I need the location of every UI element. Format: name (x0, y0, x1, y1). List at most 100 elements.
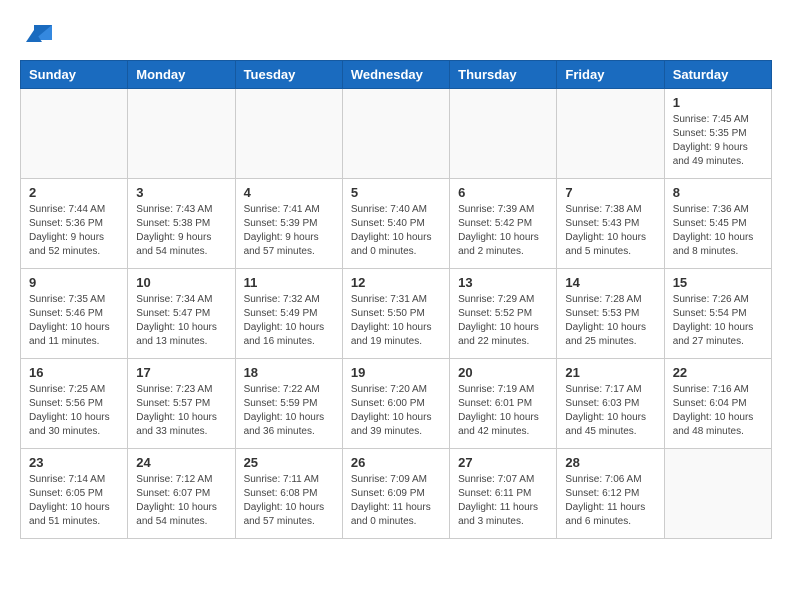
day-of-week-header: Monday (128, 61, 235, 89)
day-info: Sunrise: 7:20 AM Sunset: 6:00 PM Dayligh… (351, 383, 441, 439)
calendar-day: 14 Sunrise: 7:28 AM Sunset: 5:53 PM Dayli… (557, 269, 664, 359)
day-number: 17 (136, 365, 226, 380)
day-number: 3 (136, 185, 226, 200)
day-number: 15 (673, 275, 763, 290)
day-number: 1 (673, 95, 763, 110)
day-of-week-header: Friday (557, 61, 664, 89)
day-number: 22 (673, 365, 763, 380)
day-number: 27 (458, 455, 548, 470)
calendar-day: 22 Sunrise: 7:16 AM Sunset: 6:04 PM Dayli… (664, 359, 771, 449)
day-info: Sunrise: 7:14 AM Sunset: 6:05 PM Dayligh… (29, 473, 119, 529)
day-of-week-header: Thursday (450, 61, 557, 89)
day-of-week-header: Sunday (21, 61, 128, 89)
day-info: Sunrise: 7:28 AM Sunset: 5:53 PM Dayligh… (565, 293, 655, 349)
day-number: 2 (29, 185, 119, 200)
day-number: 23 (29, 455, 119, 470)
day-info: Sunrise: 7:31 AM Sunset: 5:50 PM Dayligh… (351, 293, 441, 349)
calendar-day: 26 Sunrise: 7:09 AM Sunset: 6:09 PM Dayli… (342, 449, 449, 539)
calendar-day: 12 Sunrise: 7:31 AM Sunset: 5:50 PM Dayli… (342, 269, 449, 359)
calendar-day: 19 Sunrise: 7:20 AM Sunset: 6:00 PM Dayli… (342, 359, 449, 449)
calendar-day (450, 89, 557, 179)
day-of-week-header: Tuesday (235, 61, 342, 89)
calendar-day: 7 Sunrise: 7:38 AM Sunset: 5:43 PM Daylig… (557, 179, 664, 269)
logo-icon (24, 20, 54, 50)
day-info: Sunrise: 7:29 AM Sunset: 5:52 PM Dayligh… (458, 293, 548, 349)
day-info: Sunrise: 7:34 AM Sunset: 5:47 PM Dayligh… (136, 293, 226, 349)
calendar-day: 10 Sunrise: 7:34 AM Sunset: 5:47 PM Dayli… (128, 269, 235, 359)
day-info: Sunrise: 7:43 AM Sunset: 5:38 PM Dayligh… (136, 203, 226, 259)
day-info: Sunrise: 7:16 AM Sunset: 6:04 PM Dayligh… (673, 383, 763, 439)
day-number: 16 (29, 365, 119, 380)
calendar-day: 28 Sunrise: 7:06 AM Sunset: 6:12 PM Dayli… (557, 449, 664, 539)
calendar-day: 23 Sunrise: 7:14 AM Sunset: 6:05 PM Dayli… (21, 449, 128, 539)
day-info: Sunrise: 7:38 AM Sunset: 5:43 PM Dayligh… (565, 203, 655, 259)
day-number: 28 (565, 455, 655, 470)
calendar-day: 9 Sunrise: 7:35 AM Sunset: 5:46 PM Daylig… (21, 269, 128, 359)
day-info: Sunrise: 7:32 AM Sunset: 5:49 PM Dayligh… (244, 293, 334, 349)
day-number: 9 (29, 275, 119, 290)
day-info: Sunrise: 7:07 AM Sunset: 6:11 PM Dayligh… (458, 473, 548, 529)
calendar-day: 20 Sunrise: 7:19 AM Sunset: 6:01 PM Dayli… (450, 359, 557, 449)
calendar-day: 18 Sunrise: 7:22 AM Sunset: 5:59 PM Dayli… (235, 359, 342, 449)
calendar-day: 2 Sunrise: 7:44 AM Sunset: 5:36 PM Daylig… (21, 179, 128, 269)
calendar-day: 25Sunrise: 7:11 AM Sunset: 6:08 PM Dayli… (235, 449, 342, 539)
day-of-week-header: Saturday (664, 61, 771, 89)
calendar-day: 8 Sunrise: 7:36 AM Sunset: 5:45 PM Daylig… (664, 179, 771, 269)
week-row: 1 Sunrise: 7:45 AM Sunset: 5:35 PM Daylig… (21, 89, 772, 179)
logo (20, 20, 54, 50)
calendar-day: 16Sunrise: 7:25 AM Sunset: 5:56 PM Dayli… (21, 359, 128, 449)
day-number: 10 (136, 275, 226, 290)
day-number: 14 (565, 275, 655, 290)
day-number: 18 (244, 365, 334, 380)
calendar-day (557, 89, 664, 179)
day-info: Sunrise: 7:22 AM Sunset: 5:59 PM Dayligh… (244, 383, 334, 439)
day-number: 21 (565, 365, 655, 380)
calendar-day: 5 Sunrise: 7:40 AM Sunset: 5:40 PM Daylig… (342, 179, 449, 269)
page-header (20, 20, 772, 50)
day-number: 19 (351, 365, 441, 380)
day-info: Sunrise: 7:45 AM Sunset: 5:35 PM Dayligh… (673, 113, 763, 169)
calendar-day: 3 Sunrise: 7:43 AM Sunset: 5:38 PM Daylig… (128, 179, 235, 269)
day-info: Sunrise: 7:39 AM Sunset: 5:42 PM Dayligh… (458, 203, 548, 259)
day-info: Sunrise: 7:12 AM Sunset: 6:07 PM Dayligh… (136, 473, 226, 529)
calendar-day: 13 Sunrise: 7:29 AM Sunset: 5:52 PM Dayli… (450, 269, 557, 359)
calendar-day: 24 Sunrise: 7:12 AM Sunset: 6:07 PM Dayli… (128, 449, 235, 539)
day-number: 25 (244, 455, 334, 470)
calendar-day (21, 89, 128, 179)
calendar-day (342, 89, 449, 179)
day-number: 26 (351, 455, 441, 470)
day-info: Sunrise: 7:09 AM Sunset: 6:09 PM Dayligh… (351, 473, 441, 529)
calendar-day: 11Sunrise: 7:32 AM Sunset: 5:49 PM Dayli… (235, 269, 342, 359)
calendar-day (128, 89, 235, 179)
day-number: 5 (351, 185, 441, 200)
week-row: 23 Sunrise: 7:14 AM Sunset: 6:05 PM Dayli… (21, 449, 772, 539)
day-info: Sunrise: 7:19 AM Sunset: 6:01 PM Dayligh… (458, 383, 548, 439)
day-number: 24 (136, 455, 226, 470)
day-info: Sunrise: 7:41 AM Sunset: 5:39 PM Dayligh… (244, 203, 334, 259)
day-info: Sunrise: 7:44 AM Sunset: 5:36 PM Dayligh… (29, 203, 119, 259)
calendar-header-row: SundayMondayTuesdayWednesdayThursdayFrid… (21, 61, 772, 89)
day-number: 20 (458, 365, 548, 380)
week-row: 2 Sunrise: 7:44 AM Sunset: 5:36 PM Daylig… (21, 179, 772, 269)
calendar-day: 15 Sunrise: 7:26 AM Sunset: 5:54 PM Dayli… (664, 269, 771, 359)
day-info: Sunrise: 7:36 AM Sunset: 5:45 PM Dayligh… (673, 203, 763, 259)
day-number: 8 (673, 185, 763, 200)
day-of-week-header: Wednesday (342, 61, 449, 89)
day-info: Sunrise: 7:40 AM Sunset: 5:40 PM Dayligh… (351, 203, 441, 259)
day-number: 6 (458, 185, 548, 200)
day-number: 12 (351, 275, 441, 290)
week-row: 9 Sunrise: 7:35 AM Sunset: 5:46 PM Daylig… (21, 269, 772, 359)
day-info: Sunrise: 7:23 AM Sunset: 5:57 PM Dayligh… (136, 383, 226, 439)
day-number: 13 (458, 275, 548, 290)
calendar-day: 1 Sunrise: 7:45 AM Sunset: 5:35 PM Daylig… (664, 89, 771, 179)
week-row: 16Sunrise: 7:25 AM Sunset: 5:56 PM Dayli… (21, 359, 772, 449)
day-number: 7 (565, 185, 655, 200)
day-info: Sunrise: 7:26 AM Sunset: 5:54 PM Dayligh… (673, 293, 763, 349)
calendar-day: 27 Sunrise: 7:07 AM Sunset: 6:11 PM Dayli… (450, 449, 557, 539)
calendar-day: 4Sunrise: 7:41 AM Sunset: 5:39 PM Daylig… (235, 179, 342, 269)
day-info: Sunrise: 7:06 AM Sunset: 6:12 PM Dayligh… (565, 473, 655, 529)
calendar-day: 17 Sunrise: 7:23 AM Sunset: 5:57 PM Dayli… (128, 359, 235, 449)
calendar-day: 21Sunrise: 7:17 AM Sunset: 6:03 PM Dayli… (557, 359, 664, 449)
day-info: Sunrise: 7:35 AM Sunset: 5:46 PM Dayligh… (29, 293, 119, 349)
calendar-day: 6 Sunrise: 7:39 AM Sunset: 5:42 PM Daylig… (450, 179, 557, 269)
